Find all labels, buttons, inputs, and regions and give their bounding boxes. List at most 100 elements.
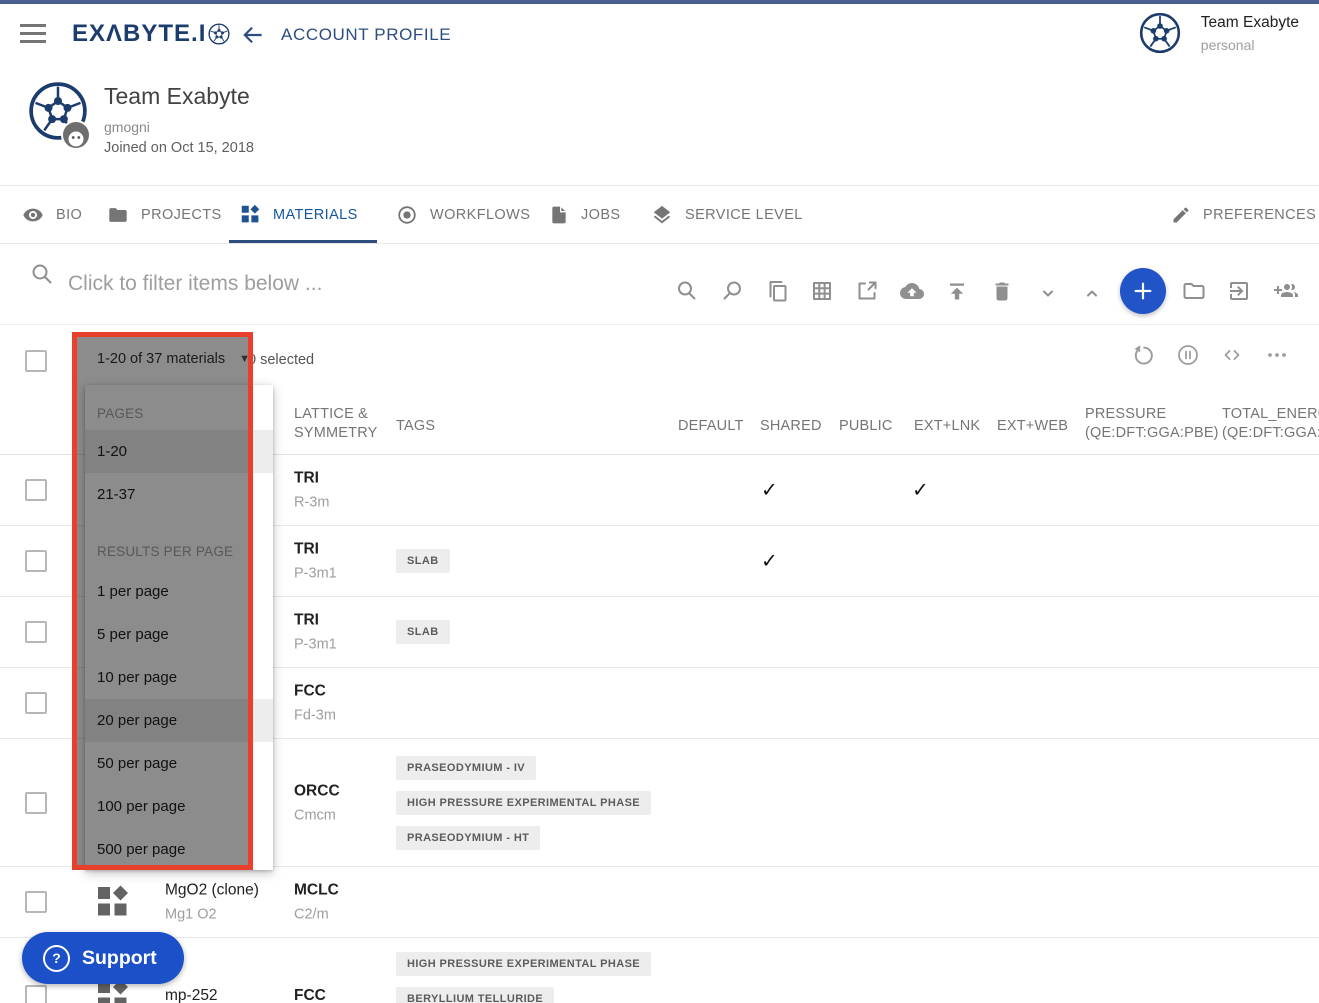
reverse-search-icon[interactable] xyxy=(720,279,744,303)
folder-icon[interactable] xyxy=(1182,279,1206,303)
selected-count: 0 selected xyxy=(248,352,314,368)
column-header-ext-web[interactable]: EXT+WEB xyxy=(997,417,1068,436)
tags-cell: PRASEODYMIUM - IV HIGH PRESSURE EXPERIMEN… xyxy=(396,739,651,866)
app-logo[interactable]: EXΛBYTE.I xyxy=(72,20,230,48)
row-checkbox[interactable] xyxy=(25,550,47,572)
more-icon[interactable] xyxy=(1266,344,1288,366)
column-header-tags[interactable]: TAGS xyxy=(396,417,435,436)
tab-workflows[interactable]: WORKFLOWS xyxy=(396,186,530,243)
tab-label: JOBS xyxy=(581,207,620,223)
select-all-checkbox[interactable] xyxy=(25,350,47,372)
material-name[interactable]: MgO2 (clone) xyxy=(165,882,259,900)
column-header-public[interactable]: PUBLIC xyxy=(839,417,893,436)
search-icon[interactable] xyxy=(675,279,699,303)
profile-tabs: BIO PROJECTS MATERIALS WORKFLOWS JOBS SE xyxy=(0,186,1319,244)
row-checkbox[interactable] xyxy=(25,792,47,814)
pause-circle-icon[interactable] xyxy=(1177,344,1199,366)
symmetry-group: P-3m1 xyxy=(294,566,337,582)
material-name[interactable]: mp-252 xyxy=(165,987,218,1003)
tab-service-level[interactable]: SERVICE LEVEL xyxy=(651,186,803,243)
tag-chip: PRASEODYMIUM - IV xyxy=(396,756,536,780)
logo-text: EXΛBYTE.I xyxy=(72,20,206,48)
table-row[interactable]: MgO2 (clone) Mg1 O2 MCLC C2/m ✓ ✓ xyxy=(0,867,1319,938)
exit-to-app-icon[interactable] xyxy=(1227,279,1251,303)
symmetry-group: R-3m xyxy=(294,495,329,511)
menu-icon[interactable] xyxy=(20,24,46,44)
profile-face-badge xyxy=(60,119,92,151)
code-icon[interactable] xyxy=(1221,344,1243,366)
material-cubes-icon xyxy=(95,884,131,925)
support-button[interactable]: ? Support xyxy=(22,932,184,984)
lattice-type: ORCC xyxy=(294,782,340,800)
profile-username: gmogni xyxy=(104,119,150,135)
tab-preferences[interactable]: PREFERENCES xyxy=(1171,186,1316,243)
filter-toolbar xyxy=(0,244,1319,325)
tag-chip: SLAB xyxy=(396,620,450,644)
delete-icon[interactable] xyxy=(990,279,1014,303)
tag-chip: HIGH PRESSURE EXPERIMENTAL PHASE xyxy=(396,952,651,976)
lattice-type: FCC xyxy=(294,683,336,701)
grid-icon[interactable] xyxy=(810,279,834,303)
tag-chip: HIGH PRESSURE EXPERIMENTAL PHASE xyxy=(396,791,651,815)
plus-icon xyxy=(1132,280,1154,302)
tab-label: PREFERENCES xyxy=(1203,207,1316,223)
tab-projects[interactable]: PROJECTS xyxy=(107,186,222,243)
undo-icon[interactable] xyxy=(1132,344,1154,366)
user-name: Team Exabyte xyxy=(1201,14,1299,32)
tag-chip: PRASEODYMIUM - HT xyxy=(396,826,540,850)
chevron-down-icon[interactable] xyxy=(1036,282,1060,306)
column-header-default[interactable]: DEFAULT xyxy=(678,417,744,436)
tab-jobs[interactable]: JOBS xyxy=(549,186,620,243)
column-header-total-energy[interactable]: TOTAL_ENERGY(QE:DFT:GGA:PBE) xyxy=(1222,405,1319,443)
upload-icon[interactable] xyxy=(945,279,969,303)
tab-materials[interactable]: MATERIALS xyxy=(240,186,358,243)
layers-icon xyxy=(651,204,673,226)
lattice-type: TRI xyxy=(294,470,329,488)
account-profile-page: EXΛBYTE.I ACCOUNT PROFILE Team Exabyte p… xyxy=(0,0,1319,1003)
shared-checkmark: ✓ xyxy=(761,478,778,503)
row-checkbox[interactable] xyxy=(25,479,47,501)
group-add-icon[interactable] xyxy=(1274,279,1298,303)
current-user[interactable]: Team Exabyte personal xyxy=(1139,12,1299,54)
profile-joined-date: Joined on Oct 15, 2018 xyxy=(104,140,254,156)
column-header-ext-lnk[interactable]: EXT+LNK xyxy=(914,417,980,436)
lattice-type: FCC xyxy=(294,987,326,1003)
material-formula: Mg1 O2 xyxy=(165,907,259,923)
ext-lnk-checkmark: ✓ xyxy=(912,478,929,503)
column-header-shared[interactable]: SHARED xyxy=(760,417,822,436)
pencil-icon xyxy=(1171,205,1191,225)
tags-cell: SLAB xyxy=(396,526,450,596)
tab-label: MATERIALS xyxy=(273,207,358,223)
chevron-up-icon[interactable] xyxy=(1080,282,1104,306)
tag-chip: BERYLLIUM TELLURIDE xyxy=(396,987,554,1003)
symmetry-group: Cmcm xyxy=(294,807,340,823)
user-avatar xyxy=(1139,12,1181,54)
profile-name: Team Exabyte xyxy=(104,83,250,110)
column-header-pressure[interactable]: PRESSURE(QE:DFT:GGA:PBE) xyxy=(1085,405,1219,443)
add-fab[interactable] xyxy=(1120,268,1166,314)
row-checkbox[interactable] xyxy=(25,692,47,714)
column-header-lattice[interactable]: LATTICE &SYMMETRY xyxy=(294,405,378,443)
tab-label: WORKFLOWS xyxy=(430,207,530,223)
annotation-highlight-box xyxy=(72,332,253,870)
symmetry-group: C2/m xyxy=(294,907,339,923)
table-row[interactable]: mp-252 FCC HIGH PRESSURE EXPERIMENTAL PH… xyxy=(0,938,1319,1003)
tab-label: PROJECTS xyxy=(141,207,222,223)
tab-label: SERVICE LEVEL xyxy=(685,207,803,223)
back-arrow-icon[interactable] xyxy=(240,22,266,53)
copy-icon[interactable] xyxy=(765,279,789,303)
shared-checkmark: ✓ xyxy=(761,549,778,574)
support-label: Support xyxy=(82,947,157,970)
tab-label: BIO xyxy=(56,207,82,223)
lattice-type: TRI xyxy=(294,612,337,630)
search-icon xyxy=(30,262,54,286)
tab-bio[interactable]: BIO xyxy=(22,186,82,243)
filter-input[interactable] xyxy=(66,258,590,310)
row-checkbox[interactable] xyxy=(25,621,47,643)
open-in-new-icon[interactable] xyxy=(855,279,879,303)
eye-icon xyxy=(22,204,44,226)
row-checkbox[interactable] xyxy=(25,985,47,1003)
materials-cubes-icon xyxy=(240,204,261,225)
row-checkbox[interactable] xyxy=(25,891,47,913)
cloud-upload-icon[interactable] xyxy=(900,279,924,303)
